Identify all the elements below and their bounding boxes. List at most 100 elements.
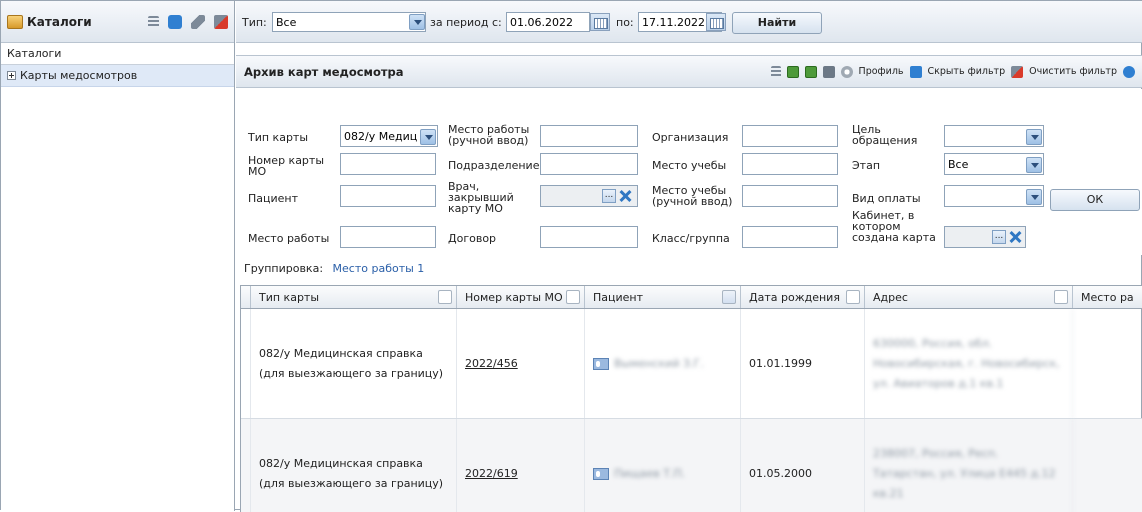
- column-header-number[interactable]: Номер карты МО: [457, 286, 585, 308]
- grouping-label: Группировка:: [244, 262, 324, 275]
- sort-icon[interactable]: [722, 290, 736, 304]
- cabinet-select-button[interactable]: ...: [992, 230, 1006, 244]
- refresh-icon[interactable]: [1123, 65, 1135, 78]
- column-header-type[interactable]: Тип карты: [251, 286, 457, 308]
- type-dropdown-icon[interactable]: [409, 14, 425, 30]
- study-place-input[interactable]: [742, 153, 838, 175]
- doctor-select-button[interactable]: ...: [602, 189, 616, 203]
- calendar-to-icon[interactable]: [706, 13, 726, 31]
- profile-button[interactable]: Профиль: [859, 66, 904, 77]
- print-icon[interactable]: [822, 65, 835, 78]
- contract-label: Договор: [448, 232, 497, 245]
- stage-label: Этап: [852, 159, 881, 172]
- catalog-subtitle: Каталоги: [1, 43, 234, 65]
- catalog-icon: [7, 14, 23, 29]
- app-window: Каталоги Каталоги Карты медосмотров Тип:…: [0, 0, 1142, 512]
- cell-type: 082/у Медицинская справка (для выезжающе…: [251, 419, 457, 512]
- clear-filter-button[interactable]: Очистить фильтр: [1029, 66, 1117, 77]
- workplace-manual-input[interactable]: [540, 125, 638, 147]
- cell-birthdate: 01.05.2000: [741, 419, 865, 512]
- card-number-link[interactable]: 2022/619: [465, 467, 518, 480]
- cell-address: 238007, Россия, Респ. Татарстан, ул. Ули…: [865, 419, 1073, 512]
- cards-table: Тип карты Номер карты МО Пациент Дата ро…: [240, 285, 1142, 512]
- period-to-label: по:: [616, 16, 634, 29]
- card-number-label: Номер карты МО: [248, 154, 325, 178]
- period-from-label: за период с:: [430, 16, 502, 29]
- table-row[interactable]: 082/у Медицинская справка (для выезжающе…: [241, 419, 1142, 512]
- card-number-input[interactable]: [340, 153, 436, 175]
- column-header-birthdate[interactable]: Дата рождения: [741, 286, 865, 308]
- type-select[interactable]: [272, 12, 426, 32]
- workplace-manual-label: Место работы (ручной ввод): [448, 123, 530, 147]
- hide-filter-button[interactable]: Скрыть фильтр: [928, 66, 1006, 77]
- archive-title: Архив карт медосмотра: [244, 64, 404, 79]
- cabinet-clear-icon[interactable]: [1008, 230, 1022, 244]
- archive-panel-header: Архив карт медосмотра Профиль Скрыть фил…: [236, 56, 1142, 88]
- cell-patient: Пищаев Т.П.: [585, 419, 741, 512]
- column-menu-icon[interactable]: [846, 290, 860, 304]
- excel-export-icon[interactable]: [786, 65, 799, 78]
- column-menu-icon[interactable]: [438, 290, 452, 304]
- ok-button[interactable]: ОК: [1050, 189, 1140, 211]
- patient-input[interactable]: [340, 185, 436, 207]
- table-row[interactable]: 082/у Медицинская справка (для выезжающе…: [241, 309, 1142, 419]
- type-label: Тип:: [242, 16, 267, 29]
- grouping-bar: Группировка: Место работы 1: [244, 262, 424, 275]
- cell-workplace: [1073, 419, 1142, 512]
- patient-label: Пациент: [248, 192, 299, 205]
- columns-menu-icon[interactable]: [148, 15, 159, 28]
- study-place-label: Место учебы: [652, 159, 727, 172]
- patient-name: Пищаев Т.П.: [614, 467, 686, 480]
- column-header-patient[interactable]: Пациент: [585, 286, 741, 308]
- tree-item-medical-cards[interactable]: Карты медосмотров: [1, 65, 234, 87]
- patient-card-icon[interactable]: [593, 357, 609, 370]
- department-input[interactable]: [540, 153, 638, 175]
- purpose-dropdown-icon[interactable]: [1026, 129, 1042, 145]
- excel-export-all-icon[interactable]: [804, 65, 817, 78]
- card-type-dropdown-icon[interactable]: [420, 129, 436, 145]
- table-header: Тип карты Номер карты МО Пациент Дата ро…: [241, 285, 1142, 309]
- contract-input[interactable]: [540, 226, 638, 248]
- study-place-manual-input[interactable]: [742, 185, 838, 207]
- patient-card-icon[interactable]: [593, 467, 609, 480]
- clear-filter-icon[interactable]: [1011, 65, 1024, 78]
- catalog-panel: Каталоги Каталоги Карты медосмотров: [1, 1, 235, 511]
- workplace-input[interactable]: [340, 226, 436, 248]
- organization-input[interactable]: [742, 125, 838, 147]
- column-header-address[interactable]: Адрес: [865, 286, 1073, 308]
- doctor-clear-icon[interactable]: [618, 189, 632, 203]
- organization-label: Организация: [652, 131, 729, 144]
- cabinet-label: Кабинет, в котором создана карта: [852, 209, 936, 244]
- calendar-from-icon[interactable]: [590, 13, 610, 31]
- column-menu-icon[interactable]: [1054, 290, 1068, 304]
- columns-menu-icon[interactable]: [770, 65, 781, 78]
- clear-filter-icon[interactable]: [214, 14, 228, 29]
- cell-workplace: [1073, 309, 1142, 418]
- column-menu-icon[interactable]: [566, 290, 580, 304]
- expand-icon[interactable]: [7, 71, 16, 80]
- grouping-link[interactable]: Место работы 1: [333, 262, 425, 275]
- date-from-input[interactable]: [506, 12, 590, 32]
- payment-dropdown-icon[interactable]: [1026, 189, 1042, 205]
- stage-dropdown-icon[interactable]: [1026, 157, 1042, 173]
- filter-icon[interactable]: [191, 14, 205, 29]
- class-group-input[interactable]: [742, 226, 838, 248]
- download-icon[interactable]: [168, 14, 182, 29]
- class-group-label: Класс/группа: [652, 232, 730, 245]
- card-type-label: Тип карты: [248, 131, 309, 144]
- find-button[interactable]: Найти: [732, 12, 822, 34]
- profile-gear-icon[interactable]: [840, 65, 853, 78]
- payment-label: Вид оплаты: [852, 192, 921, 205]
- purpose-label: Цель обращения: [852, 123, 918, 147]
- column-header-workplace[interactable]: Место ра: [1073, 286, 1142, 308]
- hide-filter-icon[interactable]: [909, 65, 922, 78]
- cell-birthdate: 01.01.1999: [741, 309, 865, 418]
- cell-number: 2022/456: [457, 309, 585, 418]
- catalog-panel-header: Каталоги: [1, 1, 234, 43]
- cell-number: 2022/619: [457, 419, 585, 512]
- cell-address: 630000, Россия, обл. Новосибирская, г. Н…: [865, 309, 1073, 418]
- filter-form: Тип карты Номер карты МО Пациент Место р…: [236, 89, 1142, 255]
- archive-panel: Архив карт медосмотра Профиль Скрыть фил…: [236, 55, 1142, 512]
- tree-item-label: Карты медосмотров: [20, 69, 138, 82]
- card-number-link[interactable]: 2022/456: [465, 357, 518, 370]
